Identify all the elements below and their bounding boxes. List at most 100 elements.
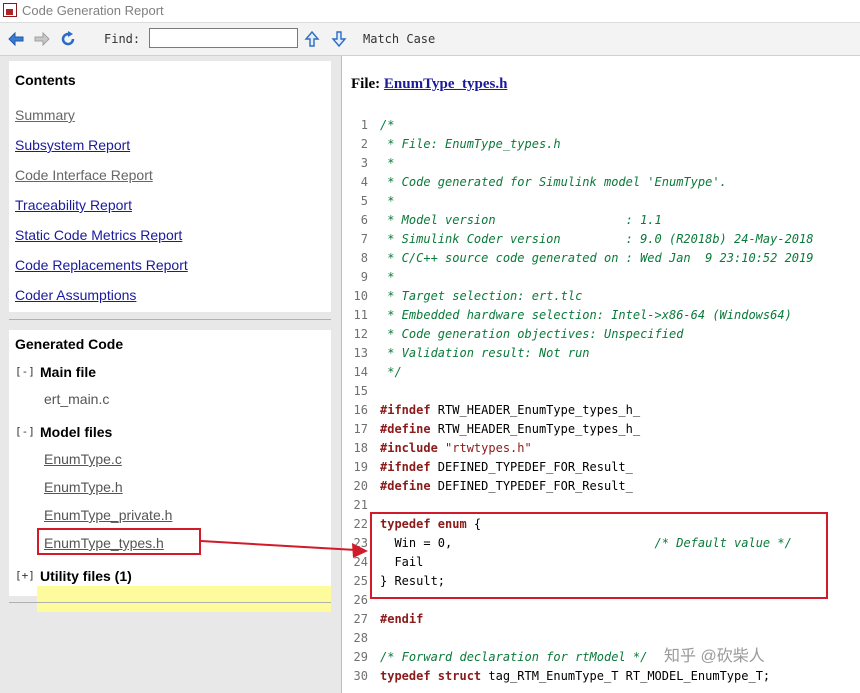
line-number: 5: [360, 194, 368, 208]
code-line: 18 #include "rtwtypes.h": [342, 439, 860, 458]
code-line: 7 * Simulink Coder version : 9.0 (R2018b…: [342, 230, 860, 249]
line-number: 9: [360, 270, 368, 284]
line-number: 1: [360, 118, 368, 132]
code-line: 5 *: [342, 192, 860, 211]
back-arrow-icon[interactable]: [6, 29, 26, 49]
forward-arrow-icon[interactable]: [32, 29, 52, 49]
window-title: Code Generation Report: [22, 3, 164, 18]
file-enumtype-private-h[interactable]: EnumType_private.h: [44, 507, 172, 523]
line-number: 16: [353, 403, 368, 417]
model-files-toggle[interactable]: [-]: [15, 425, 35, 438]
link-coder-assumptions[interactable]: Coder Assumptions: [15, 287, 136, 303]
line-number: 24: [353, 555, 368, 569]
utility-files-toggle[interactable]: [+]: [15, 569, 35, 582]
match-case-toggle[interactable]: Match Case: [363, 32, 435, 46]
selected-file-highlight: [37, 586, 331, 612]
code-line: 1 /*: [342, 116, 860, 135]
refresh-icon[interactable]: [58, 29, 78, 49]
annotation-box-code: [370, 512, 828, 599]
code-text: *: [380, 270, 395, 284]
app-icon: [3, 3, 17, 17]
find-up-icon[interactable]: [302, 29, 322, 49]
line-number: 20: [353, 479, 368, 493]
code-text: #ifndef RTW_HEADER_EnumType_types_h_: [380, 403, 641, 417]
line-number: 28: [353, 631, 368, 645]
find-down-icon[interactable]: [329, 29, 349, 49]
code-text: /* Forward declaration for rtModel */: [380, 650, 648, 664]
toolbar: Find: Match Case: [0, 23, 860, 56]
line-number: 27: [353, 612, 368, 626]
annotation-box-file: [37, 528, 201, 555]
link-summary[interactable]: Summary: [15, 107, 75, 123]
file-enumtype-h[interactable]: EnumType.h: [44, 479, 123, 495]
main-file-toggle[interactable]: [-]: [15, 365, 35, 378]
line-number: 7: [360, 232, 368, 246]
code-line: 17 #define RTW_HEADER_EnumType_types_h_: [342, 420, 860, 439]
code-line: 27 #endif: [342, 610, 860, 629]
line-number: 17: [353, 422, 368, 436]
code-line: 6 * Model version : 1.1: [342, 211, 860, 230]
code-text: * Target selection: ert.tlc: [380, 289, 583, 303]
code-text: * Validation result: Not run: [380, 346, 590, 360]
line-number: 22: [353, 517, 368, 531]
line-number: 30: [353, 669, 368, 683]
code-line: 14 */: [342, 363, 860, 382]
code-line: 2 * File: EnumType_types.h: [342, 135, 860, 154]
code-line: 30 typedef struct tag_RTM_EnumType_T RT_M…: [342, 667, 860, 686]
line-number: 6: [360, 213, 368, 227]
code-line: 12 * Code generation objectives: Unspeci…: [342, 325, 860, 344]
contents-title: Contents: [15, 72, 76, 88]
code-line: 15: [342, 382, 860, 401]
code-line: 19 #ifndef DEFINED_TYPEDEF_FOR_Result_: [342, 458, 860, 477]
find-label: Find:: [104, 32, 141, 46]
generated-code-title: Generated Code: [15, 336, 124, 352]
file-ert-main-c[interactable]: ert_main.c: [44, 391, 109, 407]
link-code-interface-report[interactable]: Code Interface Report: [15, 167, 153, 183]
contents-panel: Contents Summary Subsystem Report Code I…: [9, 61, 331, 312]
code-text: * Simulink Coder version : 9.0 (R2018b) …: [380, 232, 814, 246]
line-number: 12: [353, 327, 368, 341]
file-enumtype-c[interactable]: EnumType.c: [44, 451, 122, 467]
link-subsystem-report[interactable]: Subsystem Report: [15, 137, 130, 153]
line-number: 3: [360, 156, 368, 170]
code-line: 3 *: [342, 154, 860, 173]
code-line: 20 #define DEFINED_TYPEDEF_FOR_Result_: [342, 477, 860, 496]
line-number: 29: [353, 650, 368, 664]
line-number: 23: [353, 536, 368, 550]
code-text: #define RTW_HEADER_EnumType_types_h_: [380, 422, 641, 436]
line-number: 18: [353, 441, 368, 455]
utility-files-label: Utility files (1): [40, 568, 132, 584]
navigation-pane: Contents Summary Subsystem Report Code I…: [0, 56, 341, 693]
line-number: 19: [353, 460, 368, 474]
code-text: */: [380, 365, 402, 379]
code-line: 9 *: [342, 268, 860, 287]
file-name-link[interactable]: EnumType_types.h: [384, 76, 508, 92]
link-static-code-metrics-report[interactable]: Static Code Metrics Report: [15, 227, 182, 243]
code-line: 13 * Validation result: Not run: [342, 344, 860, 363]
code-text: *: [380, 156, 395, 170]
generated-code-panel: Generated Code [-] Main file ert_main.c …: [9, 330, 331, 612]
code-line: 29 /* Forward declaration for rtModel */: [342, 648, 860, 667]
line-number: 21: [353, 498, 368, 512]
code-text: #define DEFINED_TYPEDEF_FOR_Result_: [380, 479, 633, 493]
line-number: 13: [353, 346, 368, 360]
line-number: 10: [353, 289, 368, 303]
line-number: 4: [360, 175, 368, 189]
code-text: * Embedded hardware selection: Intel->x8…: [380, 308, 792, 322]
line-number: 26: [353, 593, 368, 607]
code-text: #endif: [380, 612, 424, 626]
code-line: 16 #ifndef RTW_HEADER_EnumType_types_h_: [342, 401, 860, 420]
code-text: * Model version : 1.1: [380, 213, 662, 227]
line-number: 11: [353, 308, 368, 322]
find-input[interactable]: [149, 28, 298, 48]
title-bar: Code Generation Report: [0, 0, 860, 23]
code-text: *: [380, 194, 395, 208]
code-text: * Code generation objectives: Unspecifie…: [380, 327, 684, 341]
code-line: 11 * Embedded hardware selection: Intel-…: [342, 306, 860, 325]
link-traceability-report[interactable]: Traceability Report: [15, 197, 132, 213]
code-line: 28: [342, 629, 860, 648]
link-code-replacements-report[interactable]: Code Replacements Report: [15, 257, 188, 273]
line-number: 2: [360, 137, 368, 151]
code-line: 4 * Code generated for Simulink model 'E…: [342, 173, 860, 192]
line-number: 14: [353, 365, 368, 379]
